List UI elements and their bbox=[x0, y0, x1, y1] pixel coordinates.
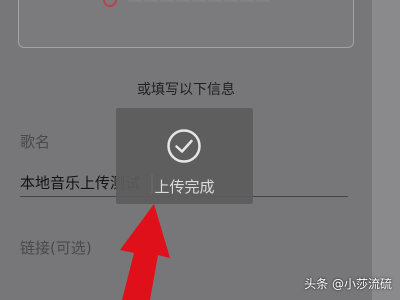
section-hint: 或填写以下信息 bbox=[137, 82, 235, 98]
red-arrow-annotation bbox=[120, 204, 170, 300]
card-label: ————————— bbox=[127, 0, 271, 9]
check-circle-icon bbox=[167, 129, 201, 163]
song-name-label: 歌名 bbox=[20, 133, 51, 151]
upload-complete-toast: 上传完成 bbox=[116, 108, 253, 204]
local-music-option-card[interactable]: ————————— bbox=[18, 0, 354, 48]
link-label: 链接(可选) bbox=[20, 239, 92, 257]
record-icon bbox=[103, 0, 117, 7]
toast-message: 上传完成 bbox=[154, 178, 215, 196]
watermark: 头条 @小莎流硫 bbox=[304, 277, 392, 291]
side-margin bbox=[372, 0, 400, 300]
